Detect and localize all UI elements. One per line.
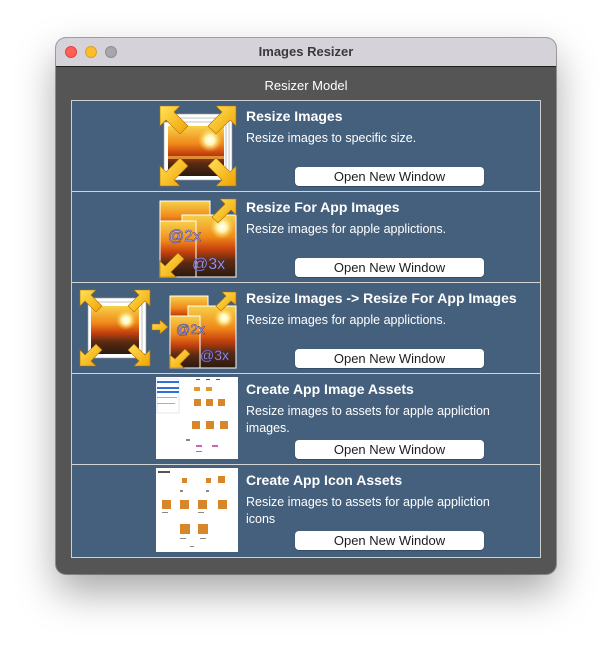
row-description: Resize images to specific size.	[246, 131, 417, 145]
badge-3x: @3x	[192, 256, 225, 273]
sunset-resize-icon	[159, 105, 237, 187]
row-title: Resize For App Images	[246, 199, 400, 215]
list-item-combined-resize: @2x @3x Resize Images -> Resize For App …	[72, 283, 540, 374]
row-title: Resize Images	[246, 108, 343, 124]
list-item-create-app-icon-assets: Create App Icon Assets Resize images to …	[72, 465, 540, 555]
title-bar: Images Resizer	[56, 38, 556, 67]
open-new-window-button[interactable]: Open New Window	[295, 531, 484, 550]
open-new-window-button[interactable]: Open New Window	[295, 167, 484, 186]
row-description: Resize images for apple applictions.	[246, 222, 447, 236]
row-description: Resize images to assets for apple applic…	[246, 495, 490, 526]
row-title: Create App Icon Assets	[246, 472, 403, 488]
sunset-2x-3x-icon: @2x @3x	[159, 198, 237, 278]
row-description: Resize images to assets for apple applic…	[246, 404, 490, 435]
row-title: Create App Image Assets	[246, 381, 414, 397]
open-new-window-button[interactable]: Open New Window	[295, 440, 484, 459]
badge-2x: @2x	[168, 228, 201, 245]
section-title: Resizer Model	[264, 78, 348, 93]
app-window: Images Resizer Resizer Model Resize Imag…	[56, 38, 556, 574]
row-title: Resize Images -> Resize For App Images	[246, 290, 517, 306]
window-title: Images Resizer	[258, 44, 354, 59]
open-new-window-button[interactable]: Open New Window	[295, 258, 484, 277]
resizer-model-list: Resize Images Resize images to specific …	[71, 100, 541, 558]
icon-assets-screenshot	[156, 468, 238, 552]
list-item-create-app-image-assets: Create App Image Assets Resize images to…	[72, 374, 540, 465]
badge-2x: @2x	[176, 321, 205, 337]
list-item-resize-images: Resize Images Resize images to specific …	[72, 101, 540, 192]
badge-3x: @3x	[200, 347, 229, 363]
open-new-window-button[interactable]: Open New Window	[295, 349, 484, 368]
combined-resize-icon: @2x @3x	[79, 289, 237, 369]
list-item-resize-for-app-images: @2x @3x Resize For App Images Resize ima…	[72, 192, 540, 283]
image-assets-screenshot	[156, 377, 238, 459]
row-description: Resize images for apple applictions.	[246, 313, 447, 327]
